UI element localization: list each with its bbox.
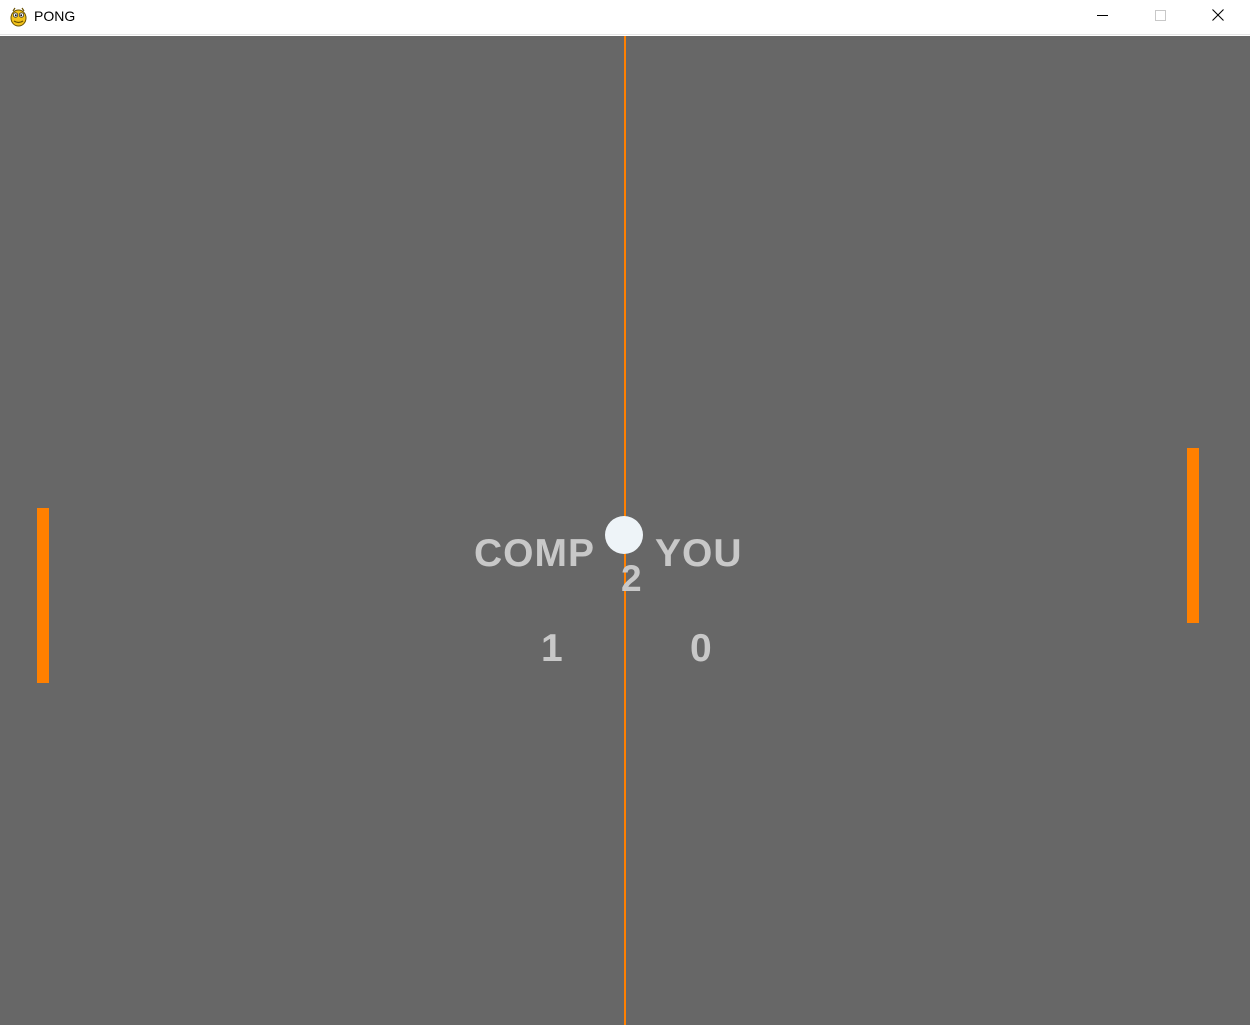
minimize-icon bbox=[1096, 8, 1108, 26]
computer-paddle bbox=[37, 508, 49, 683]
window-title: PONG bbox=[34, 8, 76, 24]
computer-label: COMP bbox=[474, 532, 595, 575]
minimize-button[interactable] bbox=[1073, 0, 1131, 34]
close-icon bbox=[1212, 8, 1224, 26]
maximize-icon bbox=[1154, 8, 1166, 26]
close-button[interactable] bbox=[1189, 0, 1247, 34]
computer-score: 1 bbox=[541, 627, 563, 670]
ball bbox=[605, 516, 643, 554]
title-bar[interactable]: PONG bbox=[0, 0, 1250, 35]
rally-counter: 2 bbox=[621, 558, 642, 599]
pong-window: PONG COMP YOU 2 1 0 bbox=[0, 0, 1250, 1025]
pygame-snake-icon bbox=[9, 7, 28, 27]
game-canvas[interactable]: COMP YOU 2 1 0 bbox=[0, 36, 1250, 1025]
player-paddle[interactable] bbox=[1187, 448, 1199, 623]
player-label: YOU bbox=[655, 532, 743, 575]
maximize-button[interactable] bbox=[1131, 0, 1189, 34]
player-score: 0 bbox=[690, 627, 712, 670]
